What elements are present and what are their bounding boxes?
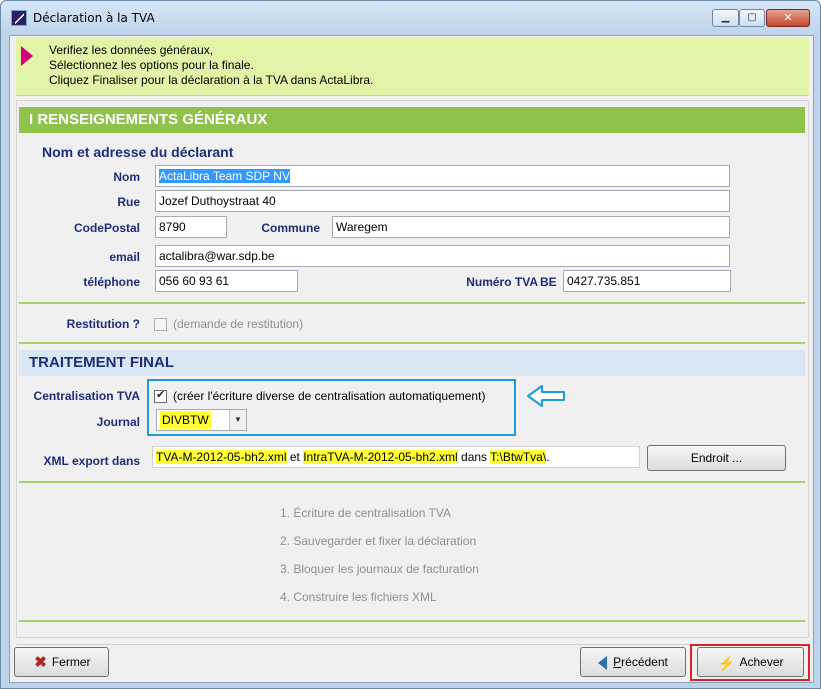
commune-label: Commune <box>261 221 320 235</box>
step-item: 3. Bloquer les journaux de facturation <box>280 562 479 576</box>
instructions-banner: Verifiez les données généraux, Sélection… <box>16 37 809 96</box>
achever-label: Achever <box>739 655 784 669</box>
instruction-line: Sélectionnez les options pour la finale. <box>49 58 254 72</box>
precedent-button[interactable]: Précédent <box>580 647 686 677</box>
nom-label: Nom <box>113 170 140 184</box>
nom-field[interactable]: ActaLibra Team SDP NV <box>155 165 730 187</box>
xml-connector: et <box>286 450 304 464</box>
section-final-processing-header: TRAITEMENT FINAL <box>19 350 805 376</box>
codepostal-label: CodePostal <box>73 221 140 235</box>
numero-tva-field[interactable]: 0427.735.851 <box>563 270 731 292</box>
arrow-left-icon <box>598 655 608 670</box>
endroit-button[interactable]: Endroit ... <box>647 445 786 471</box>
instruction-line: Cliquez Finaliser pour la déclaration à … <box>49 73 374 87</box>
country-prefix: BE <box>540 275 557 289</box>
achever-button[interactable]: ⚡ Achever <box>697 647 804 677</box>
minimize-button[interactable]: ▁ <box>712 9 739 27</box>
window-title: Déclaration à la TVA <box>33 11 155 25</box>
fermer-button[interactable]: ✖ Fermer <box>14 647 109 677</box>
email-field[interactable]: actalibra@war.sdp.be <box>155 245 730 267</box>
restitution-checkbox[interactable] <box>154 318 167 331</box>
centralisation-label: Centralisation TVA <box>33 389 140 403</box>
rue-label: Rue <box>117 195 140 209</box>
xml-connector: dans <box>457 450 491 464</box>
annotation-arrow-icon <box>527 385 565 407</box>
step-item: 2. Sauvegarder et fixer la déclaration <box>280 534 477 548</box>
commune-field[interactable]: Waregem <box>332 216 730 238</box>
section-divider <box>19 481 805 483</box>
title-bar[interactable]: Déclaration à la TVA ▁ ▢ ✕ <box>1 1 820 35</box>
journal-label: Journal <box>96 415 140 429</box>
dialog-window: Déclaration à la TVA ▁ ▢ ✕ Verifiez les … <box>0 0 821 689</box>
instructions-text: Verifiez les données généraux, Sélection… <box>49 43 373 88</box>
section-divider <box>19 302 805 304</box>
instruction-line: Verifiez les données généraux, <box>49 43 214 57</box>
precedent-label: récédent <box>621 655 668 669</box>
intra-xml-file-name: IntraTVA-M-2012-05-bh2.xml <box>303 450 458 464</box>
step-item: 4. Construire les fichiers XML <box>280 590 437 604</box>
dialog-client-area: Verifiez les données généraux, Sélection… <box>9 35 814 683</box>
restitution-label: Restitution ? <box>66 317 140 331</box>
close-window-button[interactable]: ✕ <box>766 9 810 27</box>
xml-file-name: TVA-M-2012-05-bh2.xml <box>156 450 287 464</box>
xml-export-path-field[interactable]: TVA-M-2012-05-bh2.xml et IntraTVA-M-2012… <box>152 446 640 468</box>
restitution-option-text: (demande de restitution) <box>173 317 304 331</box>
xml-folder-path: T:\BtwTva\ <box>490 450 547 464</box>
annotation-highlight-box <box>147 379 516 436</box>
pointer-arrow-icon <box>21 46 33 66</box>
app-icon <box>11 10 27 26</box>
lightning-icon: ⚡ <box>717 654 735 671</box>
close-x-icon: ✖ <box>34 653 47 671</box>
xml-export-label: XML export dans <box>43 454 140 468</box>
rue-field[interactable]: Jozef Duthoystraat 40 <box>155 190 730 212</box>
declarant-subheading: Nom et adresse du déclarant <box>42 144 234 160</box>
fermer-label: Fermer <box>51 655 91 669</box>
telephone-field[interactable]: 056 60 93 61 <box>155 270 298 292</box>
section-divider <box>19 342 805 344</box>
section-divider <box>19 620 805 622</box>
section-general-info-header: I RENSEIGNEMENTS GÉNÉRAUX <box>19 107 805 133</box>
precedent-accelerator: P <box>613 655 622 669</box>
codepostal-field[interactable]: 8790 <box>155 216 227 238</box>
step-item: 1. Écriture de centralisation TVA <box>280 506 451 520</box>
xml-suffix: . <box>546 450 550 464</box>
telephone-label: téléphone <box>83 275 140 289</box>
nom-value: ActaLibra Team SDP NV <box>159 169 290 183</box>
numero-tva-label: Numéro TVA <box>466 275 538 289</box>
email-label: email <box>109 250 140 264</box>
maximize-button[interactable]: ▢ <box>739 9 765 27</box>
